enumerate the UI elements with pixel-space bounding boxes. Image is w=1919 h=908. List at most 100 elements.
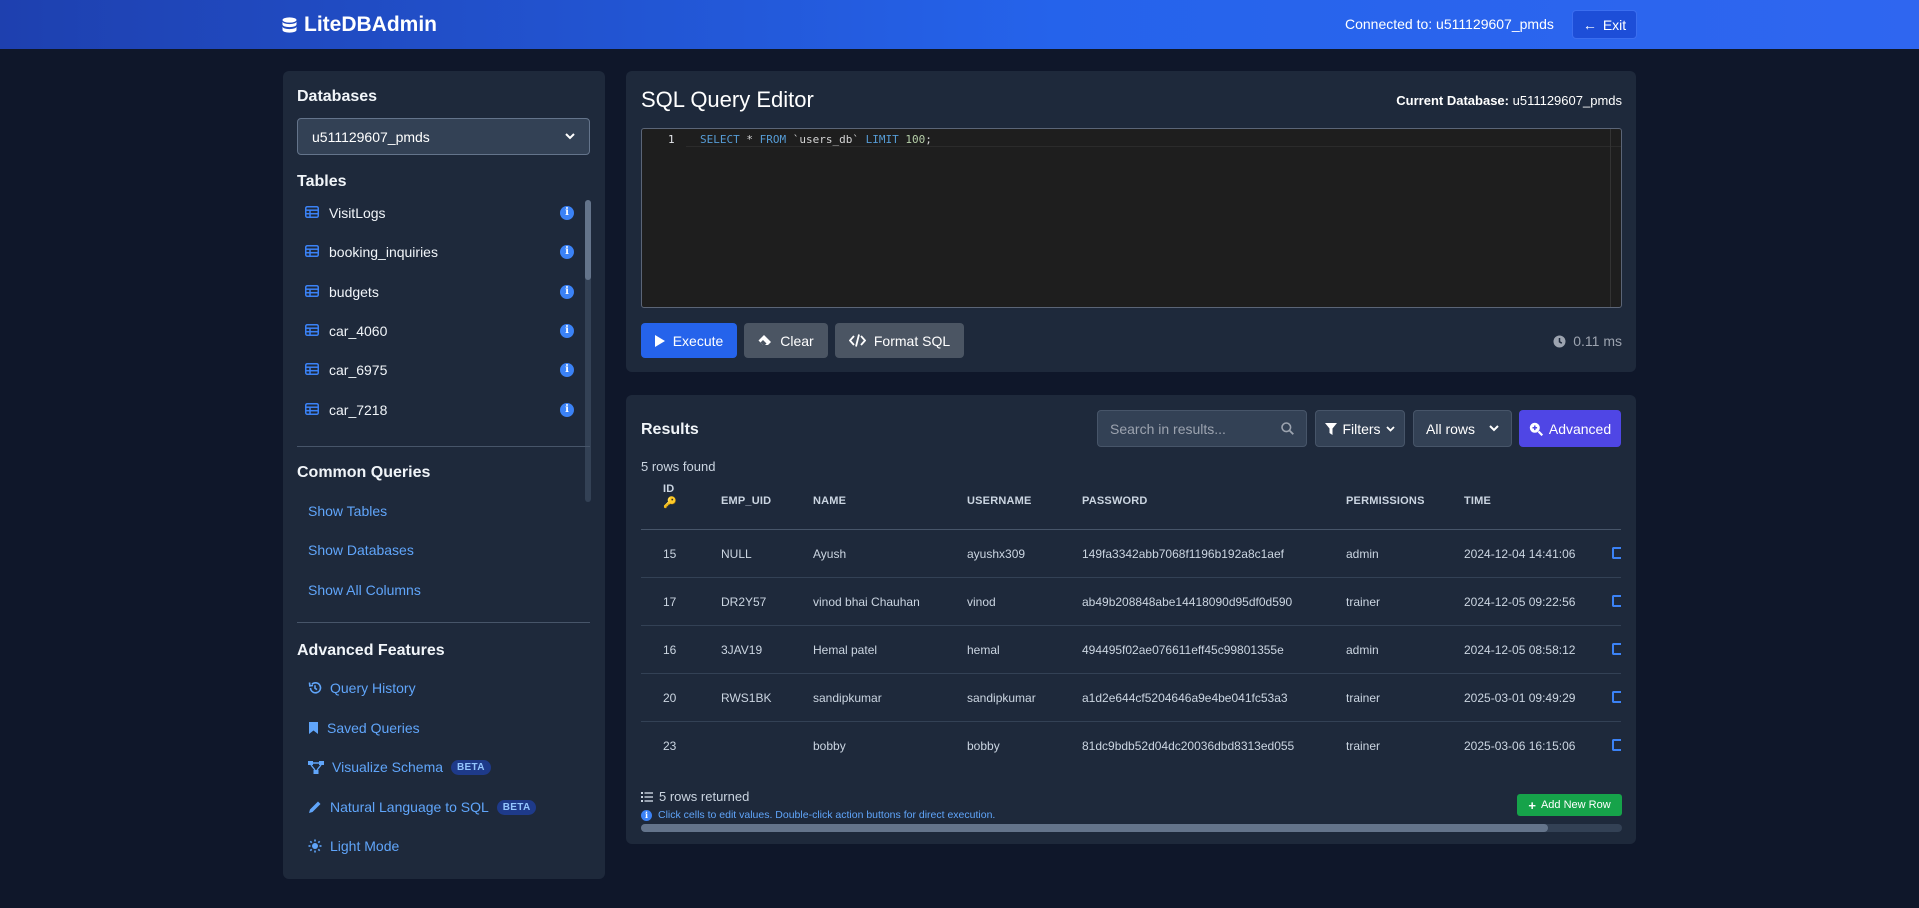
cell-permissions[interactable]: trainer (1346, 739, 1380, 753)
cell-time[interactable]: 2025-03-01 09:49:29 (1464, 691, 1575, 705)
cell-password[interactable]: 149fa3342abb7068f1196b192a8c1aef (1082, 547, 1284, 561)
cell-username[interactable]: hemal (967, 643, 1000, 657)
table-row: 23 bobby bobby 81dc9bdb52d04dc20036dbd83… (641, 722, 1621, 770)
column-header[interactable]: EMP_UID (721, 495, 771, 507)
cell-username[interactable]: vinod (967, 595, 996, 609)
cell-name[interactable]: Ayush (813, 547, 846, 561)
cell-time[interactable]: 2025-03-06 16:15:06 (1464, 739, 1575, 753)
brand[interactable]: LiteDBAdmin (282, 13, 437, 37)
results-scrollbar-thumb[interactable] (641, 824, 1548, 832)
column-header[interactable]: NAME (813, 495, 846, 507)
cell-time[interactable]: 2024-12-04 14:41:06 (1464, 547, 1575, 561)
sql-code-editor[interactable]: 1 SELECT * FROM `users_db` LIMIT 100; (641, 128, 1622, 308)
add-new-row-button[interactable]: + Add New Row (1517, 794, 1622, 816)
show-all-columns-link[interactable]: Show All Columns (308, 582, 421, 598)
cell-password[interactable]: ab49b208848abe14418090d95df0d590 (1082, 595, 1292, 609)
clear-button[interactable]: Clear (744, 323, 828, 358)
edit-row-icon[interactable] (1612, 691, 1621, 703)
table-row: 17 DR2Y57 vinod bhai Chauhan vinod ab49b… (641, 578, 1621, 626)
cell-time[interactable]: 2024-12-05 09:22:56 (1464, 595, 1575, 609)
cell-password[interactable]: 81dc9bdb52d04dc20036dbd8313ed055 (1082, 739, 1294, 753)
show-databases-link[interactable]: Show Databases (308, 542, 414, 558)
light-mode-link[interactable]: Light Mode (308, 838, 399, 854)
edit-row-icon[interactable] (1612, 595, 1621, 607)
query-history-link[interactable]: Query History (308, 680, 416, 696)
sun-icon (308, 839, 322, 853)
cell-id[interactable]: 15 (663, 547, 676, 561)
tables-list: VisitLogs i booking_inquiries i budgets … (293, 198, 585, 502)
format-sql-label: Format SQL (873, 332, 951, 349)
beta-badge: BETA (451, 759, 491, 775)
advanced-search-button[interactable]: Advanced (1519, 410, 1621, 447)
info-icon[interactable]: i (560, 285, 574, 299)
cell-password[interactable]: a1d2e644cf5204646a9e4be041fc53a3 (1082, 691, 1288, 705)
cell-password[interactable]: 494495f02ae076611eff45c99801355e (1082, 643, 1284, 657)
cell-name[interactable]: bobby (813, 739, 846, 753)
results-search-input[interactable]: Search in results... (1097, 410, 1307, 447)
table-item[interactable]: budgets i (293, 277, 574, 307)
editor-scrollbar[interactable] (1610, 129, 1611, 307)
cell-permissions[interactable]: admin (1346, 547, 1379, 561)
add-new-row-label: Add New Row (1540, 799, 1611, 811)
cell-id[interactable]: 23 (663, 739, 676, 753)
show-tables-link[interactable]: Show Tables (308, 503, 387, 519)
cell-permissions[interactable]: trainer (1346, 595, 1380, 609)
natural-language-sql-link[interactable]: Natural Language to SQL BETA (308, 799, 537, 815)
table-icon (305, 324, 319, 336)
cell-permissions[interactable]: trainer (1346, 691, 1380, 705)
cell-id[interactable]: 17 (663, 595, 676, 609)
cell-emp-uid[interactable]: NULL (721, 547, 752, 561)
info-icon[interactable]: i (560, 363, 574, 377)
table-icon (305, 403, 319, 415)
search-placeholder: Search in results... (1110, 420, 1226, 437)
cell-emp-uid[interactable]: RWS1BK (721, 691, 771, 705)
cell-id[interactable]: 20 (663, 691, 676, 705)
edit-row-icon[interactable] (1612, 547, 1621, 559)
table-item[interactable]: car_6975 i (293, 355, 574, 385)
table-icon (305, 206, 319, 218)
cell-username[interactable]: ayushx309 (967, 547, 1025, 561)
info-icon[interactable]: i (560, 245, 574, 259)
table-item[interactable]: car_4060 i (293, 316, 574, 346)
sql-query-line[interactable]: SELECT * FROM `users_db` LIMIT 100; (700, 133, 932, 146)
filters-button[interactable]: Filters (1315, 410, 1405, 447)
results-title: Results (641, 421, 699, 438)
cell-emp-uid[interactable]: DR2Y57 (721, 595, 766, 609)
visualize-schema-link[interactable]: Visualize Schema BETA (308, 759, 491, 775)
rows-limit-select[interactable]: All rows (1413, 410, 1512, 447)
info-icon[interactable]: i (560, 324, 574, 338)
cell-emp-uid[interactable]: 3JAV19 (721, 643, 762, 657)
sidebar: Databases u511129607_pmds Tables VisitLo… (283, 71, 605, 879)
column-header[interactable]: USERNAME (967, 495, 1032, 507)
cell-permissions[interactable]: admin (1346, 643, 1379, 657)
table-item[interactable]: car_7218 i (293, 395, 574, 425)
cell-name[interactable]: sandipkumar (813, 691, 882, 705)
edit-row-icon[interactable] (1612, 643, 1621, 655)
tables-scrollbar-thumb[interactable] (585, 200, 591, 280)
saved-queries-link[interactable]: Saved Queries (308, 720, 420, 736)
exit-button[interactable]: ← Exit (1572, 10, 1637, 39)
database-select[interactable]: u511129607_pmds (297, 118, 590, 155)
divider (297, 446, 590, 447)
databases-heading: Databases (297, 88, 378, 105)
execute-button[interactable]: Execute (641, 323, 737, 358)
column-header[interactable]: ID 🔑 (663, 483, 677, 509)
cell-id[interactable]: 16 (663, 643, 676, 657)
column-header[interactable]: TIME (1464, 495, 1491, 507)
bookmark-icon (309, 722, 318, 734)
cell-name[interactable]: Hemal patel (813, 643, 877, 657)
format-sql-button[interactable]: Format SQL (835, 323, 964, 358)
table-item[interactable]: booking_inquiries i (293, 237, 574, 267)
cell-time[interactable]: 2024-12-05 08:58:12 (1464, 643, 1575, 657)
top-navbar: LiteDBAdmin Connected to: u511129607_pmd… (0, 0, 1919, 49)
cell-username[interactable]: bobby (967, 739, 1000, 753)
edit-row-icon[interactable] (1612, 739, 1621, 751)
column-header[interactable]: PASSWORD (1082, 495, 1148, 507)
info-icon[interactable]: i (560, 403, 574, 417)
line-gutter (642, 129, 686, 307)
cell-username[interactable]: sandipkumar (967, 691, 1036, 705)
cell-name[interactable]: vinod bhai Chauhan (813, 595, 920, 609)
column-header[interactable]: PERMISSIONS (1346, 495, 1425, 507)
info-icon[interactable]: i (560, 206, 574, 220)
table-item[interactable]: VisitLogs i (293, 198, 574, 228)
